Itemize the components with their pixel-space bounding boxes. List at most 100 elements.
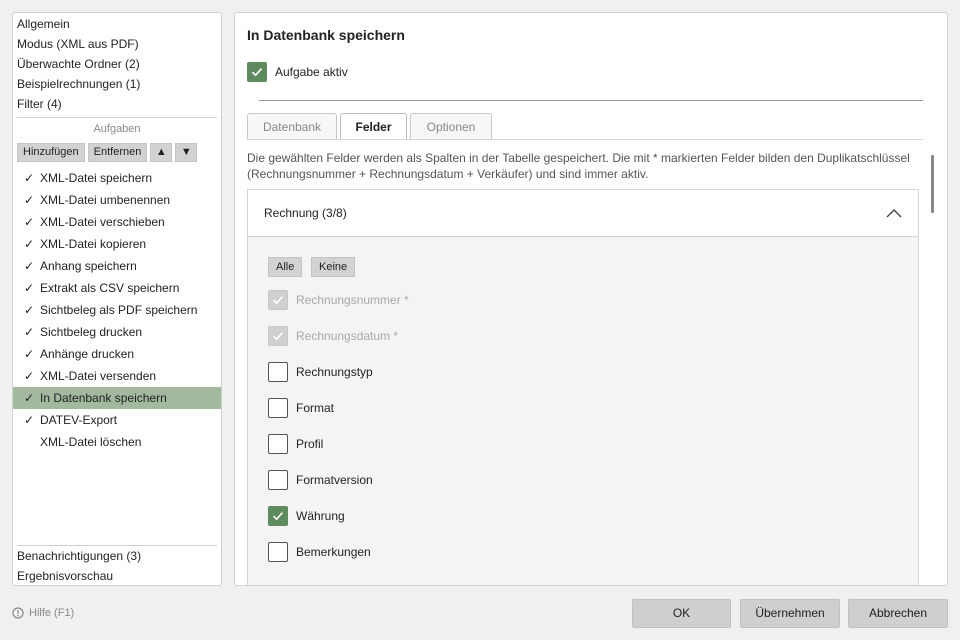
divider-line — [259, 100, 923, 101]
tab-bar-baseline — [247, 139, 923, 140]
select-none-button[interactable]: Keine — [311, 257, 356, 277]
task-item-xml-speichern[interactable]: ✓ XML-Datei speichern — [13, 167, 221, 189]
checkbox-unchecked-icon — [268, 398, 288, 418]
task-label: XML-Datei löschen — [40, 435, 142, 449]
nav-item-ergebnisvorschau[interactable]: Ergebnisvorschau — [17, 566, 113, 586]
tab-optionen[interactable]: Optionen — [410, 113, 492, 139]
checkbox-unchecked-icon — [268, 362, 288, 382]
help-link[interactable]: Hilfe (F1) — [12, 606, 74, 620]
page-title: In Datenbank speichern — [247, 27, 405, 43]
nav-item-beispielrechnungen[interactable]: Beispielrechnungen (1) — [17, 74, 140, 94]
task-item-xml-verschieben[interactable]: ✓ XML-Datei verschieben — [13, 211, 221, 233]
checkbox-unchecked-icon — [268, 542, 288, 562]
task-label: XML-Datei kopieren — [40, 237, 147, 251]
check-mark-icon: ✓ — [24, 369, 35, 383]
move-down-button[interactable]: ▼ — [175, 143, 198, 162]
chevron-up-icon — [886, 209, 902, 218]
field-waehrung[interactable]: Währung — [268, 505, 345, 527]
task-active-checkbox[interactable]: Aufgabe aktiv — [247, 61, 348, 83]
tab-datenbank[interactable]: Datenbank — [247, 113, 337, 139]
apply-button[interactable]: Übernehmen — [740, 599, 840, 628]
task-item-extrakt-csv[interactable]: ✓ Extrakt als CSV speichern — [13, 277, 221, 299]
move-up-button[interactable]: ▲ — [150, 143, 173, 162]
field-bemerkungen[interactable]: Bemerkungen — [268, 541, 371, 563]
rechnung-section-header[interactable]: Rechnung (3/8) — [248, 190, 918, 237]
check-mark-icon: ✓ — [24, 413, 35, 427]
checkbox-disabled-icon — [268, 290, 288, 310]
task-item-in-datenbank-speichern[interactable]: ✓ In Datenbank speichern — [13, 387, 221, 409]
rechnung-section: Rechnung (3/8) Alle Keine Rechnungsnumme… — [247, 189, 919, 585]
check-mark-icon: ✓ — [24, 391, 35, 405]
cancel-button[interactable]: Abbrechen — [848, 599, 948, 628]
check-mark-icon: ✓ — [24, 347, 35, 361]
task-item-xml-loeschen[interactable]: XML-Datei löschen — [13, 431, 221, 453]
field-label: Rechnungsnummer * — [296, 293, 409, 307]
help-label: Hilfe (F1) — [29, 607, 75, 619]
remove-task-button[interactable]: Entfernen — [87, 143, 148, 162]
field-rechnungsnummer[interactable]: Rechnungsnummer * — [268, 289, 409, 311]
task-label: XML-Datei verschieben — [40, 215, 165, 229]
fields-description: Die gewählten Felder werden als Spalten … — [247, 151, 910, 181]
task-item-sichtbeleg-pdf[interactable]: ✓ Sichtbeleg als PDF speichern — [13, 299, 221, 321]
checkbox-unchecked-icon — [268, 434, 288, 454]
checkbox-checked-icon — [247, 62, 267, 82]
field-label: Rechnungstyp — [296, 365, 373, 379]
task-label: XML-Datei umbenennen — [40, 193, 171, 207]
task-item-datev-export[interactable]: ✓ DATEV-Export — [13, 409, 221, 431]
check-mark-icon: ✓ — [24, 259, 35, 273]
task-item-xml-umbenennen[interactable]: ✓ XML-Datei umbenennen — [13, 189, 221, 211]
nav-divider — [17, 117, 217, 118]
field-label: Format — [296, 401, 335, 415]
field-rechnungstyp[interactable]: Rechnungstyp — [268, 361, 373, 383]
task-label: XML-Datei versenden — [40, 369, 157, 383]
nav-item-filter[interactable]: Filter (4) — [17, 94, 62, 114]
task-label: DATEV-Export — [40, 413, 118, 427]
nav-item-allgemein[interactable]: Allgemein — [17, 14, 70, 34]
settings-navigation-panel: Allgemein Modus (XML aus PDF) Überwachte… — [12, 12, 222, 586]
section-title: Rechnung (3/8) — [264, 206, 347, 220]
checkbox-checked-icon — [268, 506, 288, 526]
check-mark-icon: ✓ — [24, 303, 35, 317]
checkbox-disabled-icon — [268, 326, 288, 346]
add-task-button[interactable]: Hinzufügen — [17, 143, 85, 162]
tasks-section-header: Aufgaben — [93, 123, 141, 135]
field-label: Rechnungsdatum * — [296, 329, 399, 343]
check-mark-icon: ✓ — [24, 171, 35, 185]
field-format[interactable]: Format — [268, 397, 334, 419]
task-label: Sichtbeleg als PDF speichern — [40, 303, 198, 317]
task-item-anhaenge-drucken[interactable]: ✓ Anhänge drucken — [13, 343, 221, 365]
tab-felder[interactable]: Felder — [340, 113, 407, 139]
task-label: Extrakt als CSV speichern — [40, 281, 180, 295]
task-active-label: Aufgabe aktiv — [275, 65, 348, 79]
vertical-scrollbar-thumb[interactable] — [931, 155, 934, 213]
task-label: XML-Datei speichern — [40, 171, 153, 185]
nav-item-modus[interactable]: Modus (XML aus PDF) — [17, 34, 139, 54]
field-label: Währung — [296, 509, 345, 523]
select-all-button[interactable]: Alle — [268, 257, 303, 277]
field-profil[interactable]: Profil — [268, 433, 323, 455]
task-settings-panel: In Datenbank speichern Aufgabe aktiv Dat… — [234, 12, 948, 586]
field-rechnungsdatum[interactable]: Rechnungsdatum * — [268, 325, 398, 347]
ok-button[interactable]: OK — [632, 599, 731, 628]
check-mark-icon: ✓ — [24, 237, 35, 251]
task-item-xml-kopieren[interactable]: ✓ XML-Datei kopieren — [13, 233, 221, 255]
check-mark-icon: ✓ — [24, 281, 35, 295]
checkbox-unchecked-icon — [268, 470, 288, 490]
task-label: Sichtbeleg drucken — [40, 325, 143, 339]
task-label: In Datenbank speichern — [40, 391, 167, 405]
nav-item-benachrichtigungen[interactable]: Benachrichtigungen (3) — [17, 546, 141, 566]
help-info-icon — [12, 607, 24, 619]
task-label: Anhang speichern — [40, 259, 137, 273]
field-label: Bemerkungen — [296, 545, 371, 559]
field-label: Formatversion — [296, 473, 373, 487]
check-mark-icon: ✓ — [24, 325, 35, 339]
task-item-xml-versenden[interactable]: ✓ XML-Datei versenden — [13, 365, 221, 387]
nav-item-ueberwachte-ordner[interactable]: Überwachte Ordner (2) — [17, 54, 140, 74]
field-label: Profil — [296, 437, 324, 451]
tasks-toolbar: Hinzufügen Entfernen ▲ ▼ — [17, 143, 198, 162]
check-mark-icon: ✓ — [24, 215, 35, 229]
task-item-anhang-speichern[interactable]: ✓ Anhang speichern — [13, 255, 221, 277]
field-formatversion[interactable]: Formatversion — [268, 469, 373, 491]
task-item-sichtbeleg-drucken[interactable]: ✓ Sichtbeleg drucken — [13, 321, 221, 343]
task-label: Anhänge drucken — [40, 347, 135, 361]
